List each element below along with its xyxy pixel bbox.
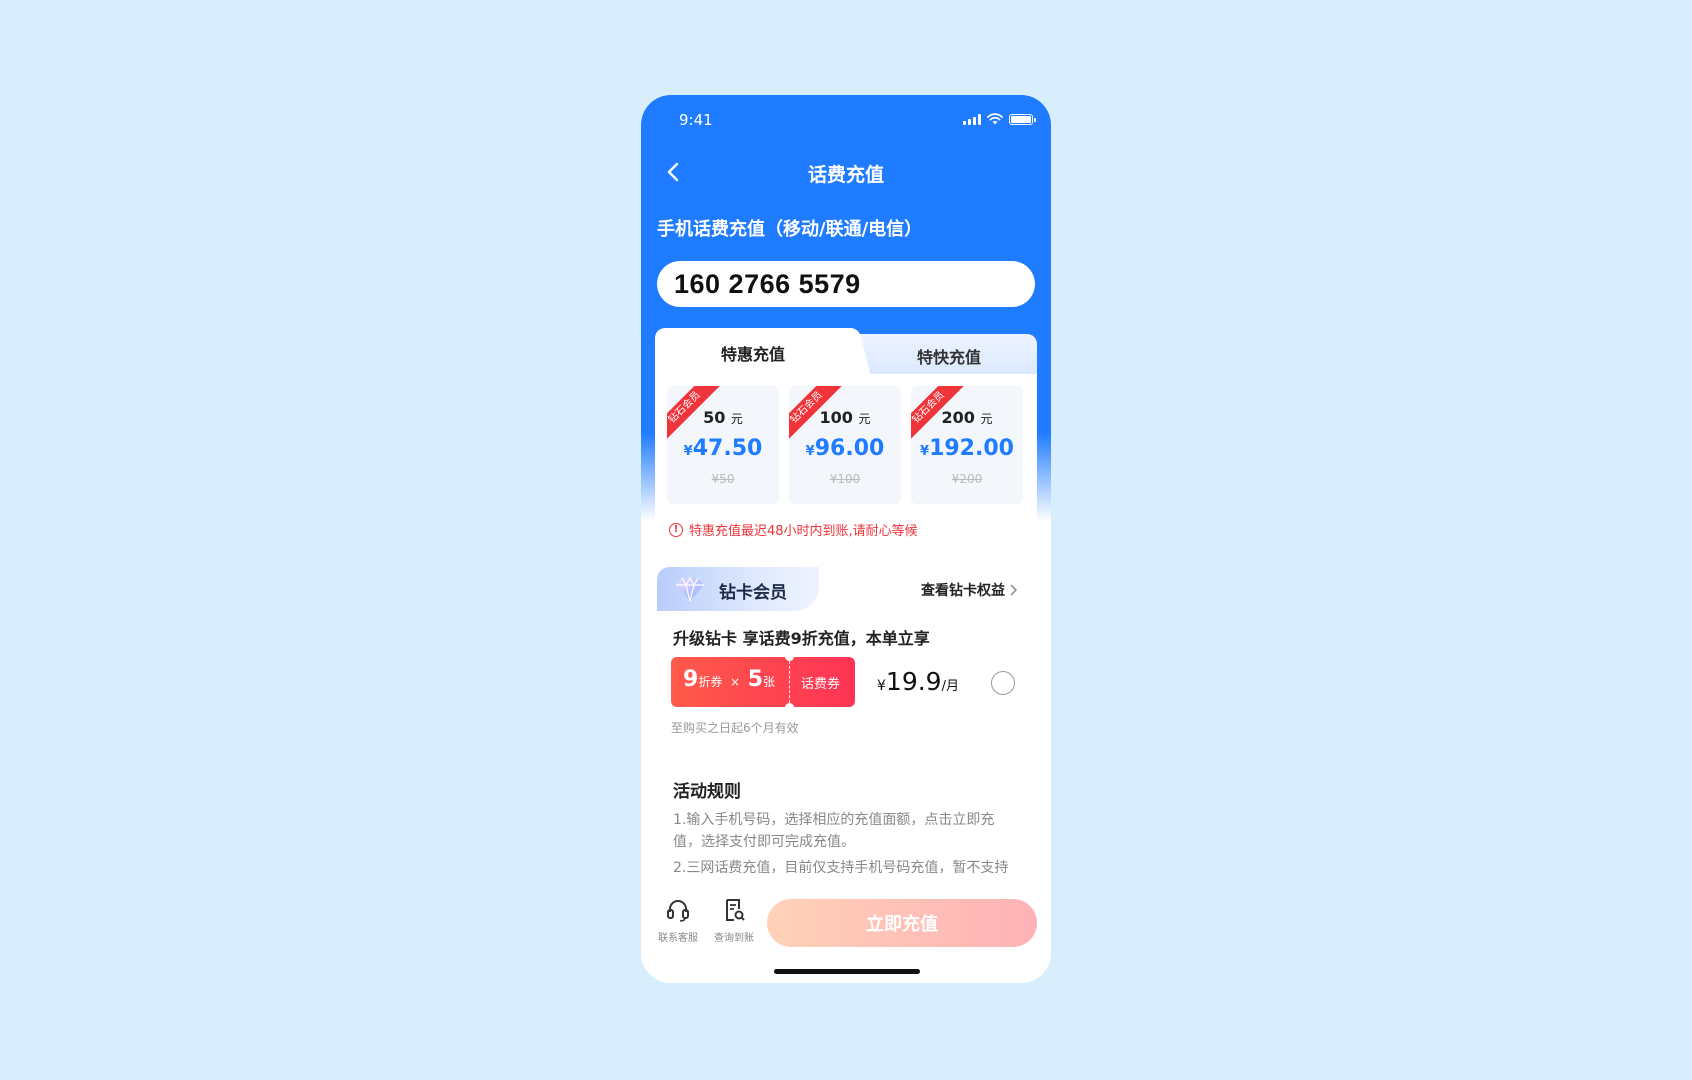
denomination-price: ¥192.00	[920, 436, 1014, 461]
alert-icon: !	[669, 522, 683, 537]
denomination-option-50[interactable]: 钻石会员 50 元 ¥47.50 ¥50	[667, 386, 779, 504]
member-validity: 至购买之日起6个月有效	[671, 721, 799, 735]
customer-service-label: 联系客服	[658, 933, 698, 944]
denomination-price: ¥96.00	[805, 436, 885, 461]
recharge-tabs: 特快充值 特惠充值	[655, 328, 1037, 378]
status-time: 9:41	[679, 111, 713, 129]
diamond-icon	[676, 576, 704, 602]
arrival-notice: ! 特惠充值最迟48小时内到账,请耐心等候	[669, 520, 918, 539]
customer-service-button[interactable]: 联系客服	[653, 897, 703, 944]
discount-coupon: 9折券 × 5张 话费券	[671, 652, 855, 712]
headset-icon	[667, 900, 689, 922]
wifi-icon	[987, 113, 1003, 125]
denomination-face: 200 元	[941, 408, 993, 427]
status-bar: 9:41	[641, 95, 1051, 145]
denomination-original-price: ¥200	[951, 472, 983, 486]
member-benefits-label: 查看钻卡权益	[921, 583, 1005, 599]
denomination-original-price: ¥100	[829, 472, 861, 486]
denomination-list: 钻石会员 50 元 ¥47.50 ¥50 钻石会员 100 元 ¥96.00 ¥…	[667, 386, 1023, 504]
diamond-member-card: 钻卡会员 查看钻卡权益 升级钻卡 享话费9折充值，本单立享 9折券 × 5张 话…	[657, 567, 1035, 749]
denomination-option-100[interactable]: 钻石会员 100 元 ¥96.00 ¥100	[789, 386, 901, 504]
phone-frame: 9:41 话费充值 手机话费充值（移动/联通/电信） 特快充值 特惠充值	[641, 95, 1051, 983]
member-title: 钻卡会员	[719, 583, 787, 603]
recharge-heading: 手机话费充值（移动/联通/电信）	[657, 219, 923, 240]
member-price: ¥19.9/月	[877, 667, 959, 696]
recharge-now-button[interactable]: 立即充值	[767, 899, 1037, 947]
query-arrival-label: 查询到账	[714, 933, 754, 944]
battery-icon	[1009, 113, 1036, 125]
phone-number-input[interactable]	[674, 268, 1014, 300]
denomination-original-price: ¥50	[711, 472, 735, 486]
arrival-notice-text: 特惠充值最迟48小时内到账,请耐心等候	[689, 524, 918, 539]
recharge-card-body: 钻石会员 50 元 ¥47.50 ¥50 钻石会员 100 元 ¥96.00 ¥…	[655, 374, 1037, 556]
nav-bar: 话费充值	[641, 150, 1051, 194]
chevron-right-icon	[1010, 584, 1017, 596]
denomination-option-200[interactable]: 钻石会员 200 元 ¥192.00 ¥200	[911, 386, 1023, 504]
member-header: 钻卡会员 查看钻卡权益	[657, 567, 1035, 611]
home-indicator	[774, 969, 920, 974]
page-title: 话费充值	[807, 164, 884, 186]
query-arrival-button[interactable]: 查询到账	[709, 897, 759, 944]
rules-title: 活动规则	[673, 782, 741, 802]
member-select-radio[interactable]	[991, 671, 1015, 695]
rule-item: 1.输入手机号码，选择相应的充值面额，点击立即充值，选择支付即可完成充值。	[673, 812, 995, 850]
status-icons	[963, 113, 1036, 125]
tab-special-label: 特惠充值	[720, 345, 785, 364]
tab-special-recharge[interactable]: 特惠充值	[655, 328, 851, 378]
coupon-type: 话费券	[801, 677, 841, 692]
tab-fast-recharge[interactable]: 特快充值	[841, 334, 1037, 378]
signal-icon	[963, 113, 981, 125]
member-description: 升级钻卡 享话费9折充值，本单立享	[673, 629, 930, 648]
phone-input-container	[657, 261, 1035, 307]
denomination-price: ¥47.50	[683, 436, 763, 461]
coupon-divider	[785, 652, 794, 712]
tab-fast-label: 特快充值	[916, 348, 981, 367]
document-search-icon	[726, 899, 745, 921]
recharge-card: 特快充值 特惠充值 钻石会员 50 元 ¥47.50 ¥50 钻石会员 100 …	[655, 328, 1037, 556]
denomination-face: 100 元	[819, 408, 871, 427]
rules-text: 1.输入手机号码，选择相应的充值面额，点击立即充值，选择支付即可完成充值。 2.…	[673, 809, 1021, 883]
denomination-face: 50 元	[703, 408, 743, 427]
rule-item: 2.三网话费充值，目前仅支持手机号码充值，暂不支持	[673, 860, 1009, 876]
coupon-value: 9折券 × 5张	[683, 667, 776, 692]
member-benefits-link[interactable]: 查看钻卡权益	[921, 580, 1017, 600]
rules-card: 活动规则 1.输入手机号码，选择相应的充值面额，点击立即充值，选择支付即可完成充…	[657, 763, 1035, 893]
